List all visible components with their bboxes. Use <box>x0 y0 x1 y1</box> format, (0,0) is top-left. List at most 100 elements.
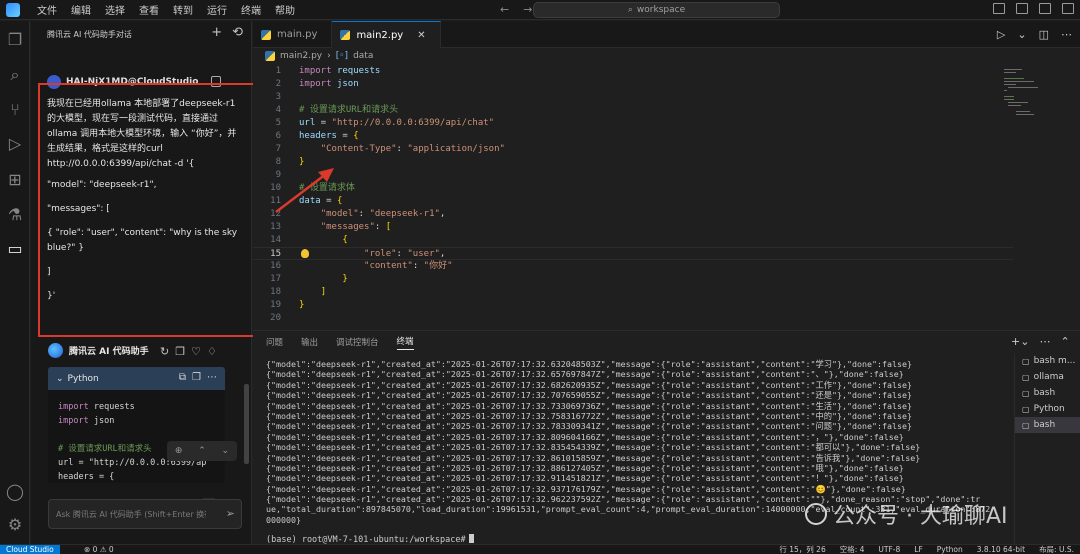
run-icon[interactable]: ▷ <box>997 28 1005 41</box>
line-ending[interactable]: LF <box>914 545 923 554</box>
code-line[interactable]: 3 <box>253 91 1013 104</box>
new-terminal-icon[interactable]: +⌄ <box>1011 335 1029 348</box>
indentation[interactable]: 空格: 4 <box>840 545 865 554</box>
breadcrumb-symbol[interactable]: data <box>353 51 373 61</box>
toggle-panel-icon[interactable] <box>1016 3 1028 14</box>
tab-terminal[interactable]: 终端 <box>396 335 414 350</box>
code-line[interactable]: 14 { <box>253 234 1013 247</box>
menu-run[interactable]: 运行 <box>200 2 234 17</box>
code-line[interactable]: 2 import json <box>253 78 1013 91</box>
code-line[interactable]: 10 # 设置请求体 <box>253 182 1013 195</box>
code-line[interactable]: 12 "model": "deepseek-r1", <box>253 208 1013 221</box>
interpreter[interactable]: 3.8.10 64-bit <box>977 545 1025 554</box>
chat-scrollbar[interactable] <box>244 384 249 464</box>
cursor-position[interactable]: 行 15，列 26 <box>779 545 825 554</box>
menu-selection[interactable]: 选择 <box>98 2 132 17</box>
code-line[interactable]: 17 } <box>253 273 1013 286</box>
remote-indicator[interactable]: Cloud Studio <box>0 545 60 554</box>
menu-edit[interactable]: 编辑 <box>64 2 98 17</box>
line-number: 11 <box>270 196 281 206</box>
code-editor[interactable]: 1 import requests 2 import json 3 4 # 设置请求URL和… <box>253 65 1013 325</box>
terminal-line: ue,"total_duration":897845070,"load_dura… <box>266 504 991 515</box>
chevron-down-icon[interactable]: ⌄ <box>222 446 230 456</box>
tab-main2-py[interactable]: main2.py ✕ <box>332 21 441 48</box>
lightbulb-icon[interactable] <box>301 249 309 258</box>
chat-input[interactable]: Ask 腾讯云 AI 代码助手 (Shift+Enter 换行) ➢ <box>48 499 242 529</box>
code-line[interactable]: 7 "Content-Type": "application/json" <box>253 143 1013 156</box>
more-icon[interactable]: ⋯ <box>1039 335 1050 348</box>
code-line[interactable]: 4 # 设置请求URL和请求头 <box>253 104 1013 117</box>
terminal-output[interactable]: {"model":"deepseek-r1","created_at":"202… <box>266 359 1001 545</box>
code-line[interactable]: 8} <box>253 156 1013 169</box>
code-line[interactable]: 19} <box>253 299 1013 312</box>
back-arrow-icon[interactable]: ← <box>500 3 509 16</box>
source-control-icon[interactable]: ⑂ <box>6 101 24 119</box>
new-chat-icon[interactable]: + <box>211 26 222 39</box>
editor-area: main.py main2.py ✕ ▷ ⌄ ◫ ⋯ main2.py › [◦… <box>253 21 1080 330</box>
testing-icon[interactable]: ⚗ <box>6 206 24 224</box>
more-icon[interactable]: ⋯ <box>207 372 217 383</box>
chevron-down-icon[interactable]: ⌄ <box>1017 28 1026 41</box>
insert-code-icon[interactable]: ⧉ <box>179 372 186 383</box>
terminal-item[interactable]: ▢ bash <box>1015 385 1080 401</box>
code-line[interactable]: 13 "messages": [ <box>253 221 1013 234</box>
chevron-down-icon[interactable]: ⌄ <box>56 374 64 384</box>
breadcrumb-file[interactable]: main2.py <box>280 51 322 61</box>
copy-icon[interactable] <box>211 76 221 87</box>
split-editor-icon[interactable]: ◫ <box>1039 28 1049 41</box>
extensions-icon[interactable]: ⊞ <box>6 171 24 189</box>
more-icon[interactable]: ⋯ <box>1061 28 1072 41</box>
code-line[interactable]: 9 <box>253 169 1013 182</box>
code-line[interactable]: 6 headers = { <box>253 130 1013 143</box>
menu-go[interactable]: 转到 <box>166 2 200 17</box>
terminal-item[interactable]: ▢ ollama <box>1015 369 1080 385</box>
copy-icon[interactable]: ❐ <box>175 346 185 357</box>
toggle-secondary-sidebar-icon[interactable] <box>1039 3 1051 14</box>
account-icon[interactable]: ◯ <box>6 483 24 501</box>
tab-output[interactable]: 输出 <box>301 336 318 348</box>
terminal-item[interactable]: ▢ bash m... <box>1015 353 1080 369</box>
thumbs-up-icon[interactable]: ♡ <box>191 346 201 357</box>
copy-code-icon[interactable]: ❐ <box>192 372 201 383</box>
encoding[interactable]: UTF-8 <box>878 545 900 554</box>
language-mode[interactable]: Python <box>937 545 963 554</box>
forward-arrow-icon[interactable]: → <box>523 3 532 16</box>
menu-view[interactable]: 查看 <box>132 2 166 17</box>
tab-problems[interactable]: 问题 <box>266 336 283 348</box>
send-icon[interactable]: ➢ <box>226 507 235 520</box>
search-icon[interactable]: ⌕ <box>6 66 24 84</box>
terminal-item[interactable]: ▢ bash <box>1015 417 1080 433</box>
code-line[interactable]: 16 "content": "你好" <box>253 260 1013 273</box>
customize-layout-icon[interactable] <box>1062 3 1074 14</box>
run-debug-icon[interactable]: ▷ <box>6 135 24 153</box>
menu-terminal[interactable]: 终端 <box>234 2 268 17</box>
problems-count[interactable]: ⊗ 0 ⚠ 0 <box>84 545 114 554</box>
thumbs-down-icon[interactable]: ♢ <box>207 346 217 357</box>
toggle-sidebar-icon[interactable] <box>993 3 1005 14</box>
close-icon[interactable]: ✕ <box>417 30 425 41</box>
command-center-search[interactable]: ⌕ workspace <box>533 2 780 18</box>
code-line[interactable]: 11 data = { <box>253 195 1013 208</box>
files-icon[interactable]: ❐ <box>6 31 24 49</box>
menu-help[interactable]: 帮助 <box>268 2 302 17</box>
code-text: ] <box>320 287 327 297</box>
tab-main-py[interactable]: main.py <box>253 21 333 48</box>
stop-icon[interactable]: ⊕ <box>175 446 183 456</box>
code-line[interactable]: 18 ] <box>253 286 1013 299</box>
code-line[interactable]: 5 url = "http://0.0.0.0:6399/api/chat" <box>253 117 1013 130</box>
menu-file[interactable]: 文件 <box>30 2 64 17</box>
settings-icon[interactable]: ⚙ <box>6 516 24 534</box>
history-icon[interactable]: ⟲ <box>232 26 243 39</box>
code-line[interactable]: 20 <box>253 312 1013 325</box>
code-line: requests <box>93 402 135 412</box>
refresh-icon[interactable]: ↻ <box>160 346 169 357</box>
terminal-item[interactable]: ▢ Python <box>1015 401 1080 417</box>
code-line[interactable]: 15 "role": "user", <box>253 247 1013 260</box>
chevron-up-icon[interactable]: ⌃ <box>198 446 206 456</box>
maximize-panel-icon[interactable]: ⌃ <box>1060 335 1069 348</box>
minimap[interactable] <box>1000 65 1080 125</box>
code-line[interactable]: 1 import requests <box>253 65 1013 78</box>
chat-icon[interactable]: ▭ <box>6 240 24 258</box>
keyboard-layout[interactable]: 布局: U.S. <box>1039 545 1074 554</box>
tab-debug-console[interactable]: 调试控制台 <box>336 336 379 348</box>
